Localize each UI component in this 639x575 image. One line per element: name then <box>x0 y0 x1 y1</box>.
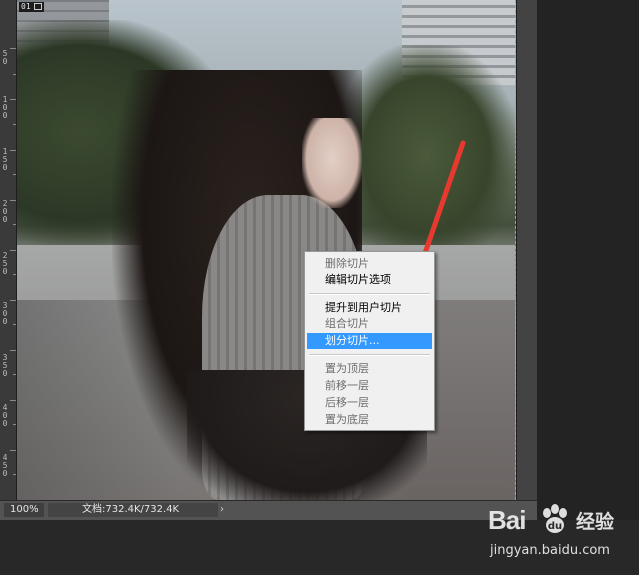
ruler-label: 4 0 0 <box>2 403 8 428</box>
vertical-ruler[interactable]: 5 0 1 0 0 1 5 0 2 0 0 2 5 0 3 0 0 3 5 0 … <box>0 0 17 500</box>
svg-text:du: du <box>548 521 562 532</box>
menu-separator <box>309 354 430 356</box>
photo-trees-right <box>337 45 515 245</box>
menu-item-bring-to-front[interactable]: 置为顶层 <box>307 361 432 377</box>
slice-image-icon <box>33 3 42 10</box>
menu-item-send-backward[interactable]: 后移一层 <box>307 395 432 411</box>
slice-number: 01 <box>21 2 31 11</box>
ruler-tick <box>13 424 16 425</box>
menu-item-bring-forward[interactable]: 前移一层 <box>307 378 432 394</box>
ruler-label: 2 5 0 <box>2 251 8 276</box>
menu-item-divide-slice[interactable]: 划分切片... <box>307 333 432 349</box>
ruler-tick <box>13 324 16 325</box>
ruler-label: 3 5 0 <box>2 353 8 378</box>
ruler-tick <box>13 274 16 275</box>
canvas-pasteboard-right <box>516 0 537 500</box>
zoom-level-field[interactable]: 100% <box>4 503 44 517</box>
menu-separator <box>309 293 430 295</box>
ruler-label: 5 0 <box>2 49 8 66</box>
photo-face <box>302 118 362 208</box>
ruler-label: 2 0 0 <box>2 199 8 224</box>
status-menu-arrow-icon[interactable]: › <box>220 503 232 517</box>
ruler-tick <box>13 224 16 225</box>
ruler-tick <box>10 250 16 251</box>
context-menu: 删除切片 编辑切片选项 提升到用户切片 组合切片 划分切片... 置为顶层 前移… <box>304 251 435 431</box>
menu-item-delete-slice[interactable]: 删除切片 <box>307 256 432 272</box>
ruler-tick <box>10 48 16 49</box>
watermark-brand-suffix: 经验 <box>576 511 615 533</box>
document-size-info[interactable]: 文档:732.4K/732.4K <box>48 503 218 517</box>
ruler-label: 1 5 0 <box>2 147 8 172</box>
ruler-tick <box>13 474 16 475</box>
menu-item-combine-slices[interactable]: 组合切片 <box>307 316 432 332</box>
menu-item-promote-to-user-slice[interactable]: 提升到用户切片 <box>307 300 432 316</box>
ruler-tick <box>10 200 16 201</box>
baidu-paw-icon: du <box>543 504 567 533</box>
watermark-brand: Bai <box>488 505 526 535</box>
baidu-jingyan-watermark: Bai du 经验 jingyan.baidu.com <box>488 503 633 571</box>
image-canvas[interactable]: 01 <box>17 0 516 500</box>
ruler-label: 3 0 0 <box>2 301 8 326</box>
ruler-tick <box>10 350 16 351</box>
ruler-tick <box>13 374 16 375</box>
ruler-tick <box>10 99 16 100</box>
ruler-tick <box>10 450 16 451</box>
watermark-url: jingyan.baidu.com <box>490 543 610 558</box>
slice-number-badge[interactable]: 01 <box>19 2 44 12</box>
menu-item-send-to-back[interactable]: 置为底层 <box>307 412 432 428</box>
ruler-label: 1 0 0 <box>2 95 8 120</box>
ruler-tick <box>10 400 16 401</box>
ruler-tick <box>13 74 16 75</box>
ruler-tick <box>13 124 16 125</box>
ruler-tick <box>10 300 16 301</box>
menu-item-edit-slice-options[interactable]: 编辑切片选项 <box>307 272 432 288</box>
ruler-label: 4 5 0 <box>2 453 8 478</box>
ruler-tick <box>13 174 16 175</box>
status-bar: 100% 文档:732.4K/732.4K › <box>0 500 537 520</box>
photoshop-window: 5 0 1 0 0 1 5 0 2 0 0 2 5 0 3 0 0 3 5 0 … <box>0 0 639 575</box>
ruler-tick <box>10 150 16 151</box>
right-panel-area <box>537 0 639 520</box>
